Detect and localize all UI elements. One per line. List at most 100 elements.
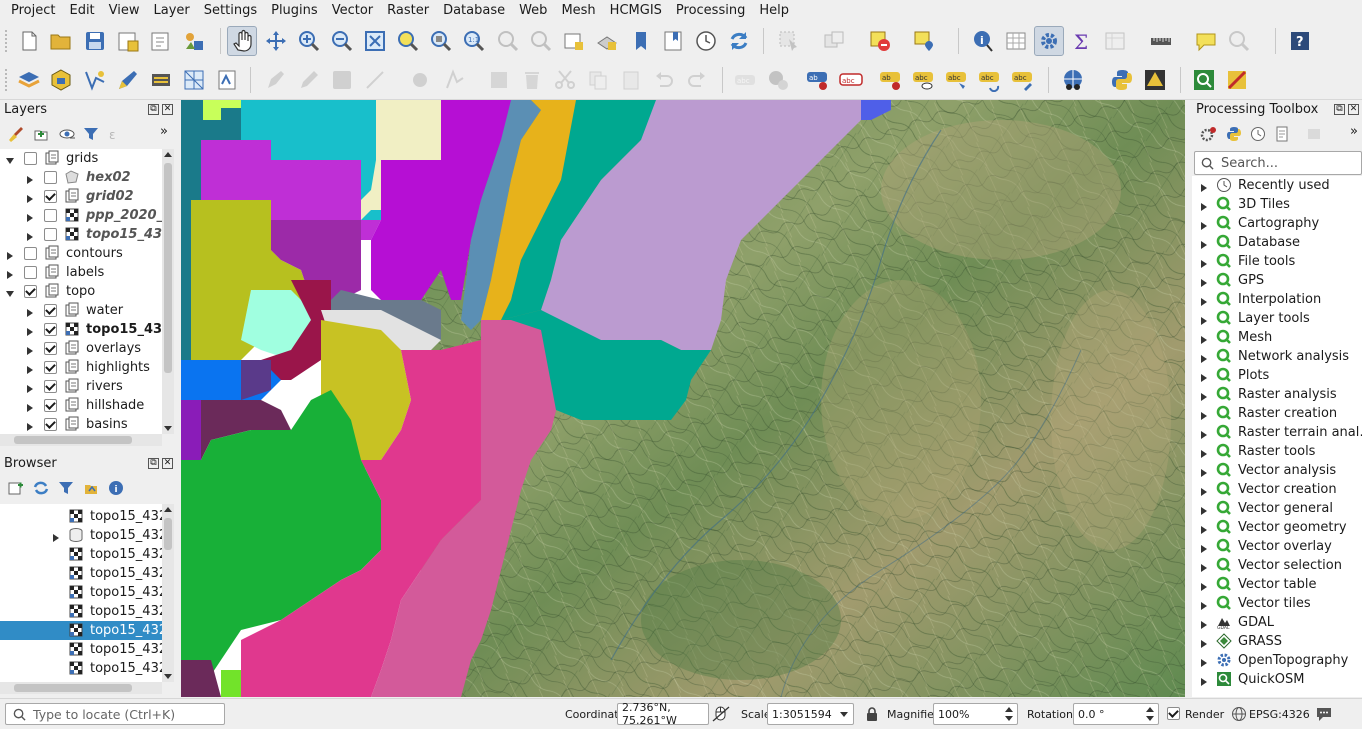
chevron-right-icon[interactable] <box>1200 390 1208 405</box>
map-tips-button[interactable] <box>1192 27 1220 55</box>
toolbox-item[interactable]: Database <box>1196 233 1356 252</box>
diagram-button[interactable] <box>764 66 792 94</box>
copy-button[interactable] <box>584 66 612 94</box>
chevron-right-icon[interactable] <box>1200 504 1208 519</box>
close-panel-button[interactable]: ✕ <box>162 104 173 115</box>
toolbox-item[interactable]: Vector analysis <box>1196 461 1356 480</box>
toggle-editing-button[interactable] <box>295 66 323 94</box>
layer-visibility-checkbox[interactable] <box>24 266 37 279</box>
chevron-right-icon[interactable] <box>1200 181 1208 196</box>
menu-view[interactable]: View <box>102 0 147 22</box>
messages-icon[interactable] <box>1315 705 1333 723</box>
layout-manager-button[interactable] <box>147 27 175 55</box>
layer-visibility-checkbox[interactable] <box>44 190 57 203</box>
toolbox-item[interactable]: Mesh <box>1196 328 1356 347</box>
toolbox-item[interactable]: Network analysis <box>1196 347 1356 366</box>
chevron-right-icon[interactable] <box>1200 466 1208 481</box>
chevron-right-icon[interactable] <box>1200 542 1208 557</box>
measure-line-button[interactable] <box>1147 27 1175 55</box>
style-brush-icon[interactable] <box>8 126 24 142</box>
results-icon[interactable] <box>1274 126 1290 142</box>
layer-visibility-checkbox[interactable] <box>44 209 57 222</box>
new-print-layout-button[interactable] <box>114 27 142 55</box>
expression-filter-icon[interactable]: ε <box>108 126 124 142</box>
chevron-right-icon[interactable] <box>1200 333 1208 348</box>
chevron-down-icon[interactable] <box>6 287 14 297</box>
lock-icon[interactable] <box>865 706 879 722</box>
browser-item[interactable]: topo15_4320 <box>0 545 162 564</box>
menu-database[interactable]: Database <box>436 0 512 22</box>
new-spatialite-layer-button[interactable] <box>213 66 241 94</box>
save-edits-button[interactable] <box>328 66 356 94</box>
filter-icon[interactable] <box>83 126 99 142</box>
layer-visibility-checkbox[interactable] <box>44 171 57 184</box>
layer-visibility-checkbox[interactable] <box>44 342 57 355</box>
rotation-spinbox[interactable]: 0.0 ° <box>1073 703 1159 725</box>
redo-button[interactable] <box>683 66 711 94</box>
chevron-right-icon[interactable] <box>1200 561 1208 576</box>
new-virtual-layer-button[interactable] <box>147 66 175 94</box>
toolbox-item[interactable]: Vector general <box>1196 499 1356 518</box>
scale-combobox[interactable]: 1:3051594 <box>767 703 854 725</box>
cut-button[interactable] <box>551 66 579 94</box>
zoom-full-button[interactable] <box>361 27 389 55</box>
toolbox-item[interactable]: Interpolation <box>1196 290 1356 309</box>
new-mesh-layer-button[interactable] <box>180 66 208 94</box>
zoom-in-button[interactable] <box>295 27 323 55</box>
field-calculator-button[interactable] <box>1101 27 1129 55</box>
menu-edit[interactable]: Edit <box>62 0 101 22</box>
browser-scrollbar[interactable] <box>162 504 174 682</box>
chevron-right-icon[interactable] <box>26 211 34 222</box>
hcmgis-button[interactable] <box>1190 66 1218 94</box>
toolbox-item[interactable]: Vector table <box>1196 575 1356 594</box>
close-panel-button[interactable]: ✕ <box>1348 104 1359 115</box>
style-manager-button[interactable] <box>180 27 208 55</box>
zoom-native-button[interactable]: 1:1 <box>460 27 488 55</box>
chevron-right-icon[interactable] <box>1200 485 1208 500</box>
toolbox-item[interactable]: GRASS <box>1196 632 1356 651</box>
browser-item[interactable]: topo15_4320 <box>0 659 162 678</box>
menu-help[interactable]: Help <box>752 0 796 22</box>
layer-visibility-checkbox[interactable] <box>44 361 57 374</box>
toolbox-item[interactable]: Vector selection <box>1196 556 1356 575</box>
new-temporary-layer-button[interactable] <box>114 66 142 94</box>
history-icon[interactable] <box>1250 126 1266 142</box>
browser-item[interactable]: topo15_4320 <box>0 602 162 621</box>
chevron-right-icon[interactable] <box>1200 580 1208 595</box>
eye-icon[interactable] <box>58 126 76 142</box>
layer-visibility-checkbox[interactable] <box>44 304 57 317</box>
layer-tree-item[interactable]: ppp_2020_1km <box>0 206 162 225</box>
collapse-all-icon[interactable] <box>83 480 99 496</box>
browser-item[interactable]: topo15_4320 <box>0 640 162 659</box>
show-hide-labels-button[interactable]: abc <box>910 66 938 94</box>
add-selected-icon[interactable] <box>8 480 24 496</box>
chevron-right-icon[interactable] <box>1200 409 1208 424</box>
layer-tree-item[interactable]: rivers <box>0 377 162 396</box>
plugin-button[interactable] <box>1141 66 1169 94</box>
chevron-right-icon[interactable] <box>26 173 34 184</box>
layer-visibility-checkbox[interactable] <box>24 247 37 260</box>
chevron-right-icon[interactable] <box>1200 447 1208 462</box>
toolbox-item[interactable]: Vector tiles <box>1196 594 1356 613</box>
move-label-button[interactable]: abc <box>943 66 971 94</box>
float-panel-button[interactable]: ⧉ <box>148 458 159 469</box>
coordinate-field[interactable]: 2.736°N, 75.261°W <box>617 701 709 727</box>
refresh-icon[interactable] <box>33 480 49 496</box>
chevron-right-icon[interactable] <box>1200 352 1208 367</box>
select-by-value-button[interactable] <box>820 27 848 55</box>
add-group-icon[interactable] <box>33 126 49 142</box>
toolbox-item[interactable]: OpenTopography <box>1196 651 1356 670</box>
layer-tree-item[interactable]: hex02 <box>0 168 162 187</box>
chevron-right-icon[interactable] <box>6 268 14 279</box>
toolbox-item[interactable]: Raster creation <box>1196 404 1356 423</box>
layer-tree-item[interactable]: basins <box>0 415 162 434</box>
toolbox-item[interactable]: Vector geometry <box>1196 518 1356 537</box>
chevron-right-icon[interactable] <box>26 344 34 355</box>
open-project-button[interactable] <box>47 27 75 55</box>
current-edits-button[interactable] <box>262 66 290 94</box>
layer-tree-item[interactable]: labels <box>0 263 162 282</box>
layer-visibility-checkbox[interactable] <box>44 418 57 431</box>
more-tools-icon[interactable]: » <box>160 124 168 139</box>
layer-tree-item[interactable]: highlights <box>0 358 162 377</box>
menu-raster[interactable]: Raster <box>380 0 436 22</box>
